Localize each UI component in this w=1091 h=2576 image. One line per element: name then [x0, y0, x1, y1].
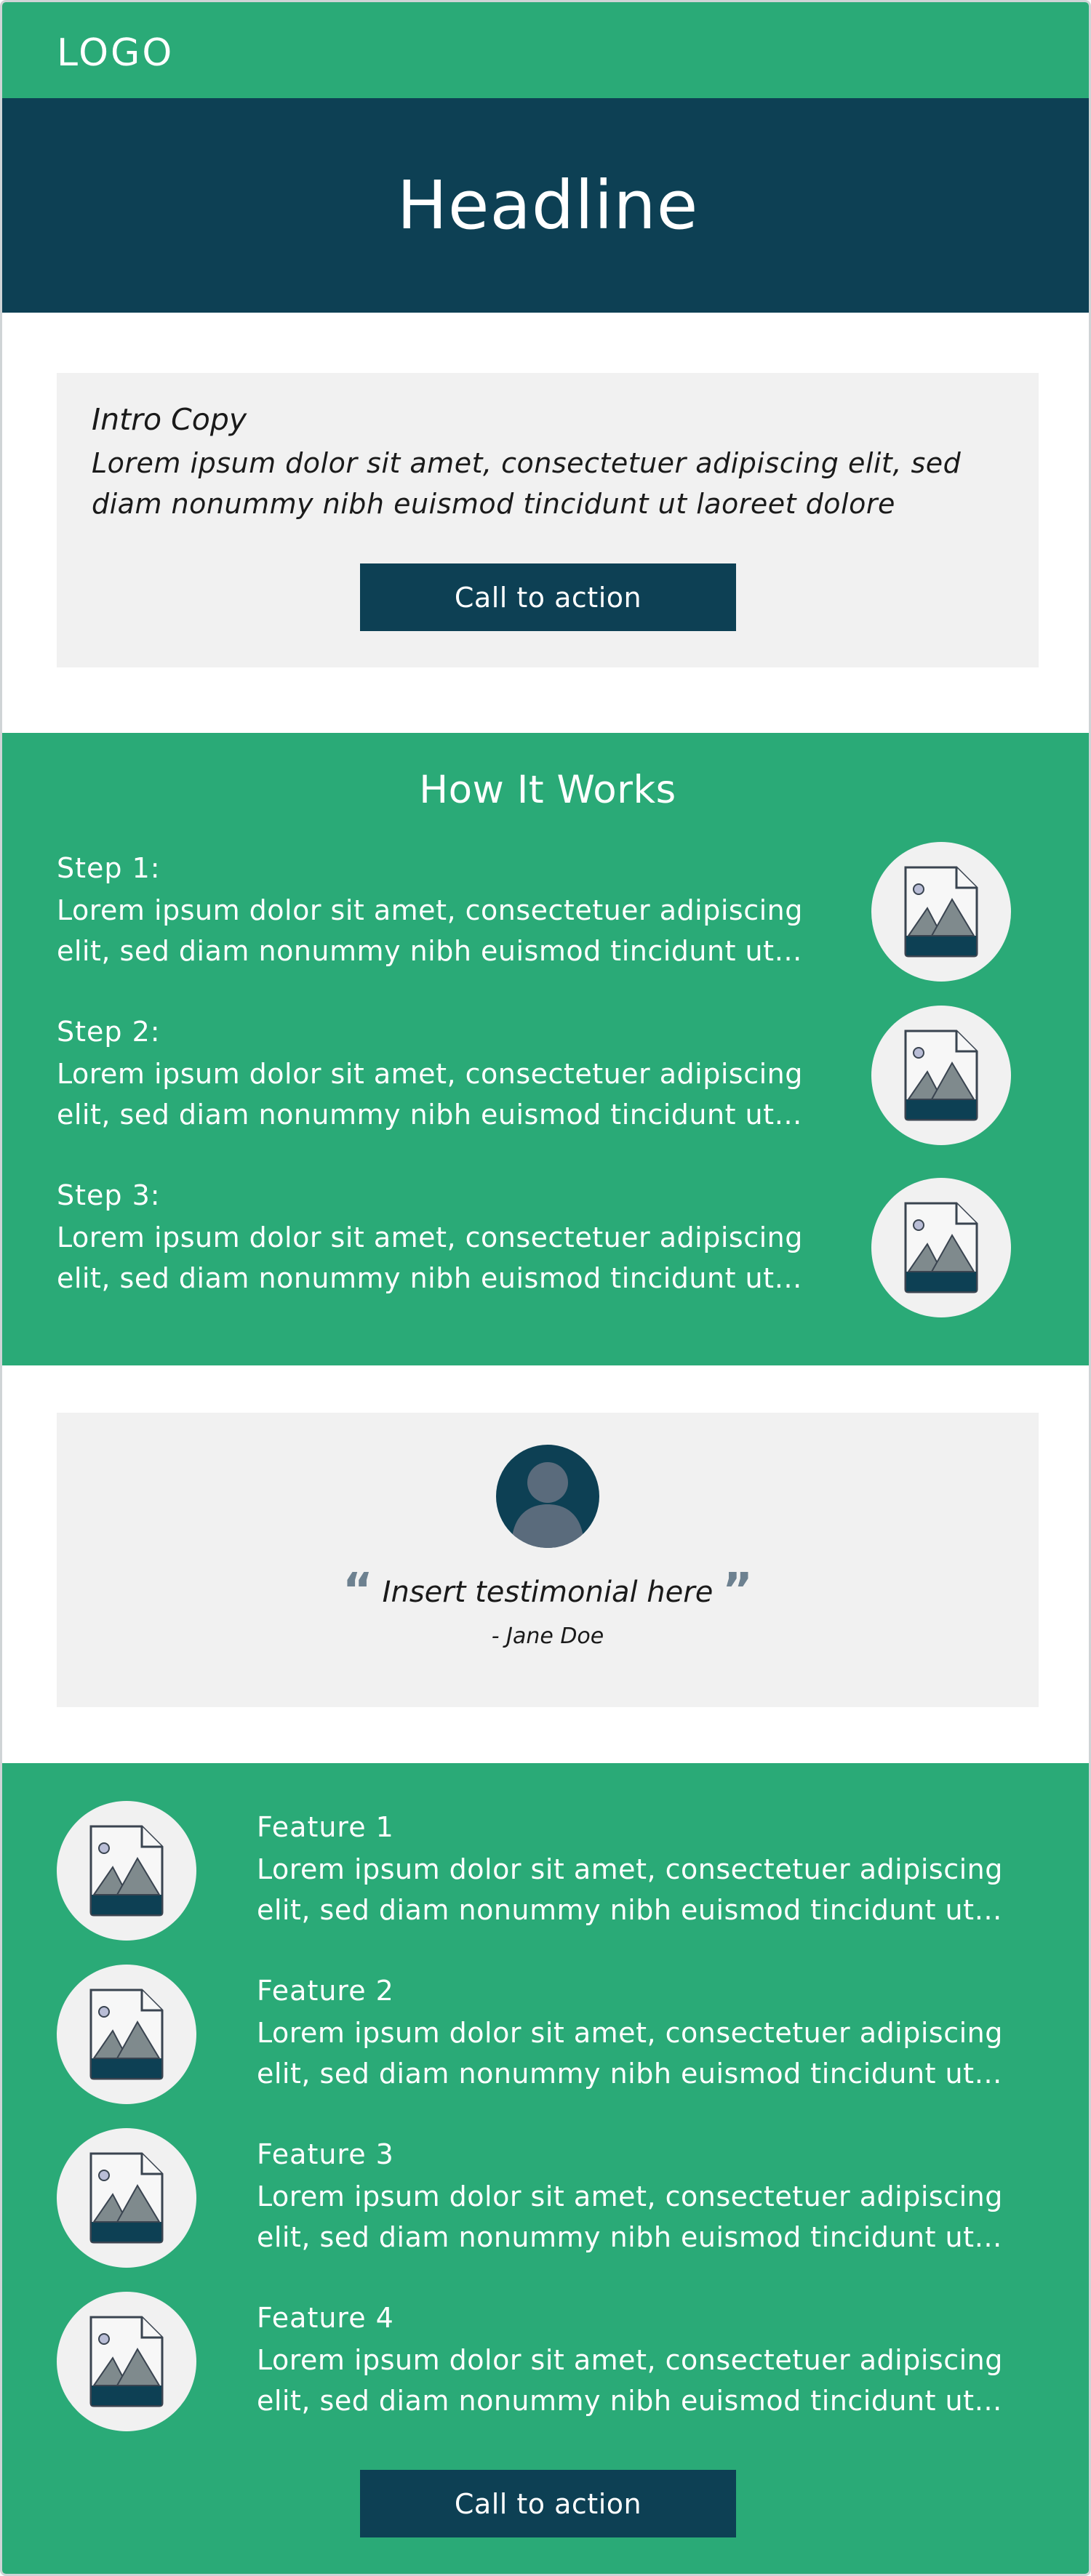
intro-section: Intro Copy Lorem ipsum dolor sit amet, c…: [57, 373, 1039, 667]
intro-body: Lorem ipsum dolor sit amet, consectetuer…: [92, 447, 962, 520]
open-quote-icon: “: [342, 1564, 373, 1618]
feature-description: Lorem ipsum dolor sit amet, consectetuer…: [257, 2340, 1013, 2421]
feature-item: Feature 1 Lorem ipsum dolor sit amet, co…: [2, 1801, 1089, 1946]
step-item: Step 3: Lorem ipsum dolor sit amet, cons…: [57, 1178, 1039, 1325]
feature-description: Lorem ipsum dolor sit amet, consectetuer…: [257, 2176, 1013, 2258]
feature-description: Lorem ipsum dolor sit amet, consectetuer…: [257, 1849, 1013, 1930]
intro-cta-button[interactable]: Call to action: [360, 563, 736, 631]
features-section: Feature 1 Lorem ipsum dolor sit amet, co…: [2, 1763, 1089, 2574]
testimonial-quote: “ Insert testimonial here ”: [57, 1564, 1039, 1618]
step-description-line: elit, sed diam nonummy nibh euismod tinc…: [57, 1099, 803, 1131]
feature-description-line: elit, sed diam nonummy nibh euismod tinc…: [257, 2058, 1003, 2090]
feature-label: Feature 1: [257, 1811, 394, 1843]
logo-bar: LOGO: [2, 2, 1089, 98]
step-description-line: Lorem ipsum dolor sit amet, consectetuer…: [57, 1221, 803, 1253]
feature-label: Feature 3: [257, 2138, 394, 2170]
feature-label: Feature 2: [257, 1975, 394, 2007]
step-description: Lorem ipsum dolor sit amet, consectetuer…: [57, 890, 813, 971]
step-description-line: Lorem ipsum dolor sit amet, consectetuer…: [57, 1058, 803, 1090]
intro-label: Intro Copy: [92, 402, 247, 437]
image-placeholder-icon: [871, 1006, 1011, 1145]
feature-description: Lorem ipsum dolor sit amet, consectetuer…: [257, 2013, 1013, 2094]
image-placeholder-icon: [57, 2292, 196, 2431]
feature-description-line: elit, sed diam nonummy nibh euismod tinc…: [257, 2385, 1003, 2417]
feature-description-line: Lorem ipsum dolor sit amet, consectetuer…: [257, 1853, 1003, 1885]
feature-item: Feature 4 Lorem ipsum dolor sit amet, co…: [2, 2292, 1089, 2437]
feature-item: Feature 3 Lorem ipsum dolor sit amet, co…: [2, 2128, 1089, 2274]
testimonial-section: “ Insert testimonial here ” - Jane Doe: [57, 1413, 1039, 1707]
step-label: Step 3:: [57, 1179, 161, 1211]
how-it-works-section: How It Works Step 1: Lorem ipsum dolor s…: [2, 733, 1089, 1365]
feature-label: Feature 4: [257, 2302, 394, 2334]
feature-description-line: Lorem ipsum dolor sit amet, consectetuer…: [257, 2180, 1003, 2212]
feature-description-line: Lorem ipsum dolor sit amet, consectetuer…: [257, 2017, 1003, 2049]
testimonial-author: - Jane Doe: [491, 1624, 604, 1649]
feature-description-line: elit, sed diam nonummy nibh euismod tinc…: [257, 2221, 1003, 2253]
image-placeholder-icon: [57, 1801, 196, 1941]
step-description-line: Lorem ipsum dolor sit amet, consectetuer…: [57, 894, 803, 926]
logo[interactable]: LOGO: [57, 31, 174, 75]
step-label: Step 1:: [57, 852, 161, 884]
feature-item: Feature 2 Lorem ipsum dolor sit amet, co…: [2, 1965, 1089, 2110]
step-description-line: elit, sed diam nonummy nibh euismod tinc…: [57, 1262, 803, 1294]
step-description: Lorem ipsum dolor sit amet, consectetuer…: [57, 1217, 813, 1299]
hero-banner: Headline: [2, 98, 1089, 313]
avatar-icon: [496, 1445, 599, 1548]
feature-description-line: elit, sed diam nonummy nibh euismod tinc…: [257, 1894, 1003, 1926]
image-placeholder-icon: [57, 1965, 196, 2104]
features-cta-button[interactable]: Call to action: [360, 2470, 736, 2537]
section-title: How It Works: [419, 768, 676, 812]
step-label: Step 2:: [57, 1016, 161, 1048]
email-template: LOGO Headline Intro Copy Lorem ipsum dol…: [0, 0, 1091, 2576]
step-description: Lorem ipsum dolor sit amet, consectetuer…: [57, 1054, 813, 1135]
image-placeholder-icon: [871, 1178, 1011, 1317]
step-item: Step 1: Lorem ipsum dolor sit amet, cons…: [57, 842, 1039, 998]
step-description-line: elit, sed diam nonummy nibh euismod tinc…: [57, 935, 803, 967]
step-item: Step 2: Lorem ipsum dolor sit amet, cons…: [57, 1006, 1039, 1161]
image-placeholder-icon: [871, 842, 1011, 982]
close-quote-icon: ”: [722, 1564, 754, 1618]
headline: Headline: [396, 166, 699, 244]
image-placeholder-icon: [57, 2128, 196, 2268]
feature-description-line: Lorem ipsum dolor sit amet, consectetuer…: [257, 2344, 1003, 2376]
testimonial-text: Insert testimonial here: [382, 1576, 714, 1609]
